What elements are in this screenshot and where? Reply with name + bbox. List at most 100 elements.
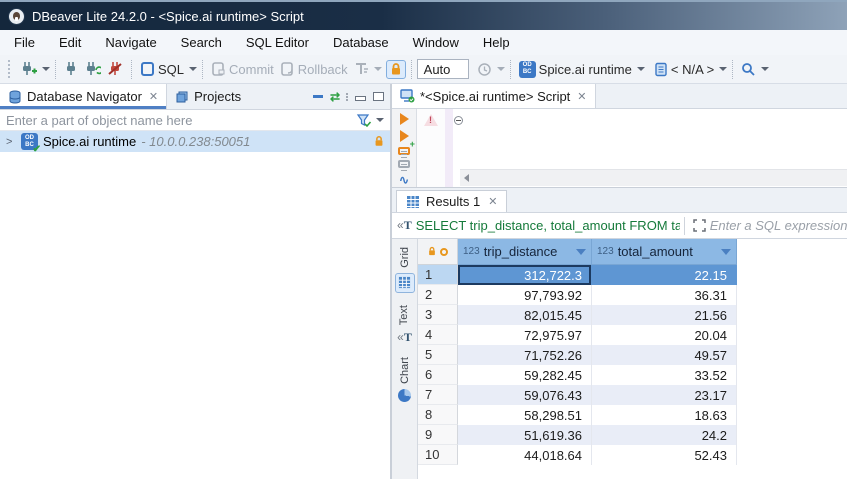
transaction-history-button[interactable] (474, 60, 495, 79)
menu-item[interactable]: Edit (59, 35, 81, 50)
row-number-cell[interactable]: 8 (418, 405, 458, 425)
row-number-cell[interactable]: 1 (418, 265, 458, 285)
row-number-cell[interactable]: 4 (418, 325, 458, 345)
column-header-trip-distance[interactable]: 123 trip_distance (458, 239, 592, 265)
sql-editor-button[interactable]: SQL (137, 59, 187, 79)
annotation-strip (445, 109, 453, 187)
active-schema-selector[interactable]: < N/A > (651, 60, 717, 79)
cell-trip-distance[interactable]: 72,975.97 (458, 325, 592, 345)
tab-sql-script[interactable]: *<Spice.ai runtime> Script ✕ (392, 84, 596, 108)
autocommit-lock-toggle[interactable] (386, 60, 406, 79)
connect-button[interactable] (61, 59, 81, 79)
menu-item[interactable]: Help (483, 35, 510, 50)
search-button[interactable] (738, 60, 759, 79)
minimize-view-icon[interactable] (355, 96, 366, 101)
fold-collapse-icon[interactable] (454, 116, 463, 125)
filter-funnel-icon[interactable] (356, 113, 372, 128)
cell-total-amount[interactable]: 49.57 (592, 345, 737, 365)
row-number-cell[interactable]: 10 (418, 445, 458, 465)
menu-item[interactable]: Window (413, 35, 459, 50)
scroll-left-icon[interactable] (464, 174, 469, 182)
transaction-log-button[interactable] (351, 59, 372, 79)
cell-total-amount[interactable]: 52.43 (592, 445, 737, 465)
active-connection-dropdown[interactable] (637, 67, 645, 71)
row-number-cell[interactable]: 9 (418, 425, 458, 445)
link-editor-icon[interactable]: ⇄ (330, 90, 339, 104)
editor-horizontal-scrollbar[interactable] (460, 169, 847, 186)
chevron-right-icon[interactable]: > (6, 136, 16, 148)
row-number-cell[interactable]: 6 (418, 365, 458, 385)
menu-item[interactable]: Navigate (105, 35, 156, 50)
tab-database-navigator[interactable]: Database Navigator ✕ (0, 84, 167, 109)
execute-script-icon[interactable] (398, 147, 410, 155)
column-header-total-amount[interactable]: 123 total_amount (592, 239, 737, 265)
close-icon[interactable]: ✕ (149, 90, 158, 103)
cell-trip-distance[interactable]: 44,018.64 (458, 445, 592, 465)
tab-results-1[interactable]: Results 1 ✕ (396, 190, 507, 212)
cell-trip-distance[interactable]: 51,619.36 (458, 425, 592, 445)
reconnect-button[interactable] (81, 59, 104, 79)
sql-code[interactable]: SELECT trip_distance, total_amount FROM … (467, 109, 847, 168)
script-gray-icon[interactable] (398, 160, 410, 168)
transaction-dropdown[interactable] (374, 67, 382, 71)
cell-total-amount[interactable]: 21.56 (592, 305, 737, 325)
execute-statement-icon[interactable] (400, 113, 409, 125)
menu-item[interactable]: SQL Editor (246, 35, 309, 50)
maximize-view-icon[interactable] (373, 92, 384, 101)
grid-corner-cell[interactable] (418, 239, 458, 265)
view-menu-icon[interactable] (346, 93, 348, 101)
transaction-history-dropdown[interactable] (497, 67, 505, 71)
connection-name: Spice.ai runtime (43, 134, 136, 149)
cell-trip-distance[interactable]: 59,282.45 (458, 365, 592, 385)
cell-trip-distance[interactable]: 58,298.51 (458, 405, 592, 425)
menu-item[interactable]: File (14, 35, 35, 50)
collapse-all-icon[interactable] (313, 95, 323, 98)
expression-filter-input[interactable]: Enter a SQL expression to (710, 218, 847, 233)
menu-item[interactable]: Database (333, 35, 389, 50)
sort-arrow-icon[interactable] (721, 249, 731, 255)
cell-total-amount[interactable]: 24.2 (592, 425, 737, 445)
filter-dropdown[interactable] (376, 118, 384, 122)
disconnect-button[interactable] (104, 59, 126, 79)
menu-item[interactable]: Search (181, 35, 222, 50)
expand-panel-icon[interactable] (693, 219, 706, 232)
connection-tree-item[interactable]: > ODBC ✔ Spice.ai runtime - 10.0.0.238:5… (0, 131, 390, 152)
tab-projects[interactable]: Projects (167, 84, 249, 109)
close-icon[interactable]: ✕ (577, 90, 586, 103)
commit-button[interactable]: Commit (208, 59, 277, 79)
rollback-button[interactable]: Rollback (277, 59, 351, 79)
cell-trip-distance[interactable]: 312,722.3 (458, 265, 592, 285)
cell-trip-distance[interactable]: 59,076.43 (458, 385, 592, 405)
new-connection-dropdown[interactable] (42, 67, 50, 71)
side-tab-grid[interactable]: Grid (395, 247, 415, 293)
search-dropdown[interactable] (761, 67, 769, 71)
cell-total-amount[interactable]: 18.63 (592, 405, 737, 425)
side-tab-chart[interactable]: Chart (398, 357, 411, 402)
execute-new-tab-icon[interactable]: + (400, 130, 409, 142)
dbeaver-app-icon (8, 8, 25, 25)
cell-total-amount[interactable]: 22.15 (592, 265, 737, 285)
cell-total-amount[interactable]: 36.31 (592, 285, 737, 305)
title-bar[interactable]: DBeaver Lite 24.2.0 - <Spice.ai runtime>… (0, 0, 847, 30)
cell-trip-distance[interactable]: 82,015.45 (458, 305, 592, 325)
active-connection-selector[interactable]: ODBC Spice.ai runtime (516, 59, 635, 80)
cell-trip-distance[interactable]: 71,752.26 (458, 345, 592, 365)
row-number-cell[interactable]: 2 (418, 285, 458, 305)
sort-arrow-icon[interactable] (576, 249, 586, 255)
cell-total-amount[interactable]: 20.04 (592, 325, 737, 345)
side-tab-text[interactable]: Text «T (397, 305, 412, 345)
explain-plan-icon[interactable]: ∿ (399, 173, 409, 187)
cell-total-amount[interactable]: 23.17 (592, 385, 737, 405)
cell-trip-distance[interactable]: 97,793.92 (458, 285, 592, 305)
autocommit-mode-combo[interactable]: Auto (417, 59, 469, 79)
close-icon[interactable]: ✕ (488, 195, 497, 208)
new-connection-button[interactable] (17, 59, 40, 79)
sql-editor-dropdown[interactable] (189, 67, 197, 71)
object-filter-input[interactable] (6, 113, 356, 128)
row-number-cell[interactable]: 3 (418, 305, 458, 325)
active-schema-dropdown[interactable] (719, 67, 727, 71)
row-number-cell[interactable]: 5 (418, 345, 458, 365)
cell-total-amount[interactable]: 33.52 (592, 365, 737, 385)
row-number-cell[interactable]: 7 (418, 385, 458, 405)
warning-icon[interactable] (424, 114, 438, 126)
